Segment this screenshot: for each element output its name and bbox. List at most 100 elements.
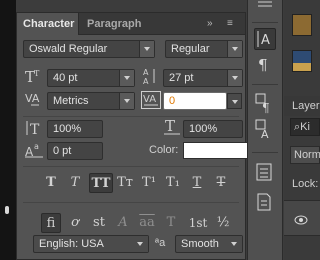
font-family-select[interactable]: Oswald Regular (23, 40, 155, 58)
svg-text:A: A (143, 77, 149, 85)
layer-row[interactable] (284, 200, 320, 236)
chevron-down-icon[interactable] (119, 93, 134, 109)
discretionary-ligatures-button[interactable]: st (89, 213, 109, 233)
divider (252, 152, 278, 153)
svg-text:A: A (261, 33, 270, 48)
anti-alias-value: Smooth (181, 238, 219, 250)
subscript-button[interactable]: T₁ (163, 173, 183, 193)
font-style-select[interactable]: Regular (165, 40, 243, 58)
kerning-value: Metrics (53, 95, 89, 107)
leading-value: 27 pt (169, 72, 194, 84)
filter-kind-label: Ki (300, 121, 310, 133)
standard-ligatures-button[interactable]: fi (41, 213, 61, 233)
svg-text:A: A (143, 68, 149, 77)
swatch-thumbnail[interactable] (292, 14, 312, 36)
panel-icon-dock: A ¶ ¶ A (247, 0, 283, 260)
paragraph-panel-icon[interactable]: ¶ (254, 54, 276, 76)
svg-text:a: a (34, 142, 39, 151)
ordinals-button[interactable]: 1st (185, 213, 211, 233)
chevron-updown-icon[interactable] (227, 236, 242, 252)
tab-character[interactable]: Character (17, 13, 79, 35)
blend-mode-select[interactable]: Norm (290, 146, 320, 164)
contextual-alternates-button[interactable]: ơ (65, 213, 85, 233)
svg-text:¶: ¶ (258, 56, 268, 74)
svg-text:A: A (261, 128, 269, 140)
swash-button[interactable]: A (113, 213, 133, 233)
glyphs-panel-icon[interactable] (254, 162, 276, 184)
chevron-updown-icon[interactable] (133, 236, 148, 252)
small-caps-button[interactable]: Tт (115, 173, 135, 193)
chevron-down-icon[interactable] (227, 70, 242, 86)
layer-filter-kind[interactable]: ⌕Ki (290, 118, 320, 136)
svg-text:VA: VA (143, 94, 156, 105)
baseline-shift-icon: Aa (25, 141, 45, 159)
font-size-field[interactable]: 40 pt (47, 69, 135, 87)
language-value: English: USA (39, 238, 104, 250)
canvas-photo-strip (0, 0, 16, 260)
tracking-value: 0 (169, 95, 176, 107)
all-caps-button[interactable]: TT (89, 173, 113, 193)
divider (252, 84, 278, 85)
image-thumbnail[interactable] (292, 50, 312, 72)
anti-alias-select[interactable]: Smooth (175, 235, 243, 253)
language-select[interactable]: English: USA (33, 235, 149, 253)
kerning-icon: VA (25, 92, 45, 108)
character-panel: Character Paragraph » ≡ Oswald Regular R… (16, 12, 253, 260)
underline-button[interactable]: T (187, 173, 207, 193)
titling-alternates-button[interactable]: T (161, 213, 181, 233)
divider (23, 116, 239, 117)
svg-text:T: T (34, 69, 40, 78)
character-panel-icon[interactable]: A (254, 28, 276, 50)
divider (23, 202, 239, 203)
font-style-value: Regular (171, 43, 210, 55)
tracking-field[interactable]: 0 (163, 92, 242, 110)
lock-label: Lock: (292, 178, 319, 190)
divider (23, 166, 239, 167)
svg-text:T: T (165, 118, 175, 135)
vertical-scale-field[interactable]: 100% (47, 120, 103, 138)
eye-icon[interactable] (294, 215, 308, 225)
chevron-down-icon[interactable] (119, 70, 134, 86)
svg-text:¶: ¶ (262, 101, 270, 114)
grip-icon[interactable] (254, 0, 276, 18)
anti-alias-icon: ªa (155, 237, 166, 249)
text-color-swatch[interactable] (183, 142, 253, 159)
vertical-scale-value: 100% (53, 123, 82, 135)
tracking-icon: VA (141, 91, 161, 109)
notes-panel-icon[interactable] (254, 192, 276, 214)
layers-tab[interactable]: Layer (284, 96, 320, 116)
layers-panel-partial: Layer ⌕Ki Norm Lock: (284, 0, 320, 260)
font-size-value: 40 pt (53, 72, 78, 84)
faux-italic-button[interactable]: T (65, 173, 85, 193)
font-size-icon: TT (25, 68, 43, 84)
horizontal-scale-icon: T (163, 118, 181, 136)
panel-tab-bar: Character Paragraph » ≡ (17, 13, 245, 35)
character-styles-icon[interactable]: A (254, 118, 276, 140)
superscript-button[interactable]: T¹ (139, 173, 159, 193)
leading-field[interactable]: 27 pt (163, 69, 243, 87)
horizontal-scale-field[interactable]: 100% (183, 120, 243, 138)
chevron-down-icon[interactable] (227, 41, 242, 57)
chevron-down-icon[interactable] (139, 41, 154, 57)
kerning-select[interactable]: Metrics (47, 92, 135, 110)
collapse-panel-icon[interactable]: » (207, 17, 213, 31)
baseline-shift-field[interactable]: 0 pt (47, 142, 103, 160)
divider (252, 22, 278, 23)
chevron-down-icon[interactable] (227, 93, 242, 109)
tab-paragraph[interactable]: Paragraph (81, 13, 147, 35)
stylistic-alternates-button[interactable]: aa (137, 213, 157, 233)
baseline-shift-value: 0 pt (53, 145, 72, 157)
svg-text:VA: VA (25, 92, 40, 105)
strikethrough-button[interactable]: T (211, 173, 231, 193)
fractions-button[interactable]: ½ (213, 213, 233, 233)
paragraph-styles-icon[interactable]: ¶ (254, 92, 276, 114)
vertical-scale-icon: T (25, 120, 43, 136)
color-label: Color: (149, 144, 179, 156)
panel-menu-icon[interactable]: ≡ (227, 17, 233, 31)
faux-bold-button[interactable]: T (41, 173, 61, 193)
horizontal-scale-value: 100% (189, 123, 218, 135)
font-family-value: Oswald Regular (29, 43, 108, 55)
svg-text:T: T (30, 122, 40, 136)
canvas-detail (5, 206, 9, 214)
leading-icon: AA (141, 67, 159, 85)
